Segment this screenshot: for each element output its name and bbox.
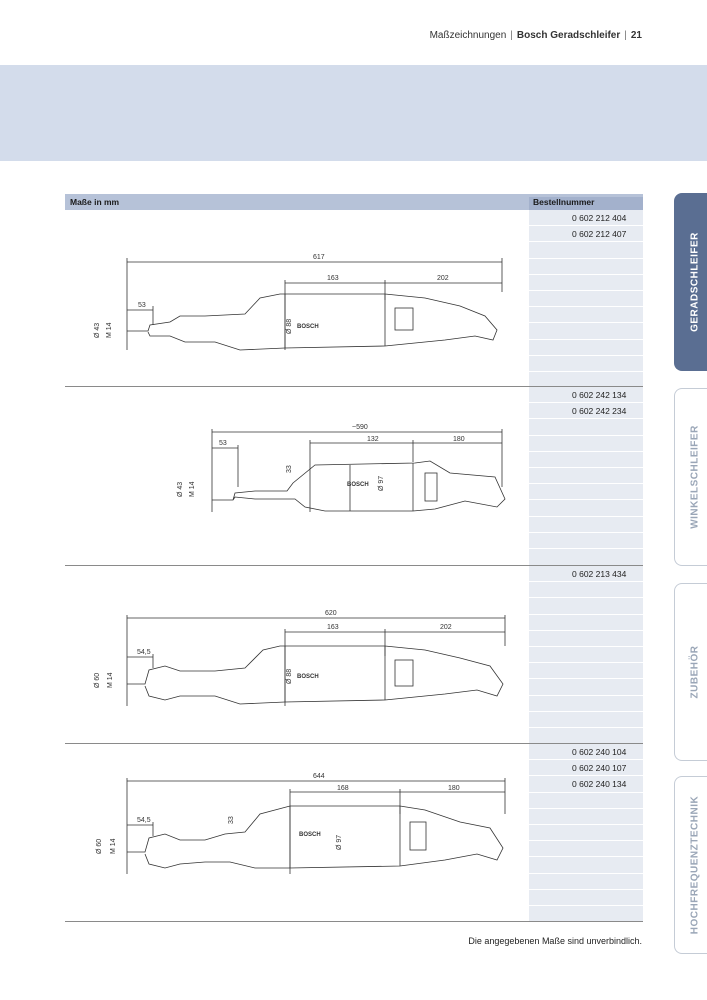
dim-body: Ø 97 xyxy=(336,835,343,850)
dim-d2: M 14 xyxy=(107,672,114,688)
table-header: Maße in mm Bestellnummer xyxy=(65,194,643,213)
brand-logo: BOSCH xyxy=(299,832,321,838)
tab-hochfrequenztechnik[interactable]: HOCHFREQUENZTECHNIK xyxy=(674,776,707,954)
product-section-3: 0 602 213 434 620 163 202 54,5 BOSCH Ø 6… xyxy=(65,566,643,744)
dim-c: 53 xyxy=(219,440,227,447)
header-title: Bosch Geradschleifer xyxy=(516,30,621,41)
order-number: 0 602 212 407 xyxy=(529,226,643,243)
order-number-column: 0 602 212 404 0 602 212 407 xyxy=(529,210,643,386)
order-number: 0 602 240 107 xyxy=(529,760,643,777)
header-section: Maßzeichnungen xyxy=(429,30,507,41)
dim-d2: M 14 xyxy=(189,481,196,497)
dim-d1: Ø 43 xyxy=(177,482,184,497)
dim-body: Ø 97 xyxy=(378,476,385,491)
order-number-column: 0 602 240 104 0 602 240 107 0 602 240 13… xyxy=(529,744,643,921)
dim-total: 644 xyxy=(313,773,325,780)
dim-body: Ø 88 xyxy=(286,669,293,684)
dim-a: 168 xyxy=(337,785,349,792)
dimension-table: Maße in mm Bestellnummer 0 602 212 404 0… xyxy=(65,194,643,922)
order-number: 0 602 240 134 xyxy=(529,776,643,793)
disclaimer: Die angegebenen Maße sind unverbindlich. xyxy=(468,936,642,946)
grinder-drawing-3: 620 163 202 54,5 BOSCH Ø 60 M 14 Ø 88 xyxy=(94,610,506,706)
dim-total: ~590 xyxy=(352,424,368,431)
product-section-1: 0 602 212 404 0 602 212 407 617 163 202 … xyxy=(65,210,643,387)
dim-a: 163 xyxy=(327,624,339,631)
dim-neck: 33 xyxy=(228,816,235,824)
tab-zubehoer[interactable]: ZUBEHÖR xyxy=(674,583,707,761)
col-dimensions: Maße in mm xyxy=(70,197,120,207)
dim-a: 132 xyxy=(367,436,379,443)
brand-logo: BOSCH xyxy=(297,674,319,680)
product-section-2: 0 602 242 134 0 602 242 234 ~590 132 180… xyxy=(65,387,643,566)
order-number-column: 0 602 213 434 xyxy=(529,566,643,743)
product-section-4: 0 602 240 104 0 602 240 107 0 602 240 13… xyxy=(65,744,643,922)
dim-b: 180 xyxy=(453,436,465,443)
tab-geradschleifer[interactable]: GERADSCHLEIFER xyxy=(674,193,707,371)
order-number: 0 602 242 134 xyxy=(529,387,643,404)
page-header: Maßzeichnungen | Bosch Geradschleifer | 21 xyxy=(429,30,642,41)
dim-total: 617 xyxy=(313,254,325,261)
order-number: 0 602 213 434 xyxy=(529,566,643,583)
dim-d1: Ø 60 xyxy=(94,673,101,688)
grinder-drawing-2: ~590 132 180 53 BOSCH Ø 43 M 14 33 Ø 97 xyxy=(177,424,506,512)
page-number: 21 xyxy=(630,30,642,41)
brand-logo: BOSCH xyxy=(347,482,369,488)
dim-b: 202 xyxy=(440,624,452,631)
tab-label: HOCHFREQUENZTECHNIK xyxy=(689,795,700,935)
dim-b: 202 xyxy=(437,275,449,282)
dim-c: 54,5 xyxy=(137,817,151,824)
dim-body: Ø 88 xyxy=(286,319,293,334)
order-number: 0 602 212 404 xyxy=(529,210,643,227)
dim-b: 180 xyxy=(448,785,460,792)
dim-d1: Ø 43 xyxy=(94,323,101,338)
dim-a: 163 xyxy=(327,275,339,282)
dim-d2: M 14 xyxy=(110,838,117,854)
dim-d1: Ø 60 xyxy=(96,839,103,854)
header-banner xyxy=(0,65,707,161)
brand-logo: BOSCH xyxy=(297,324,319,330)
tab-label: ZUBEHÖR xyxy=(689,645,700,699)
dim-c: 54,5 xyxy=(137,649,151,656)
order-number: 0 602 242 234 xyxy=(529,403,643,420)
order-number-column: 0 602 242 134 0 602 242 234 xyxy=(529,387,643,565)
tab-label: GERADSCHLEIFER xyxy=(689,232,700,332)
order-number: 0 602 240 104 xyxy=(529,744,643,761)
tab-winkelschleifer[interactable]: WINKELSCHLEIFER xyxy=(674,388,707,566)
dim-neck: 33 xyxy=(286,465,293,473)
dim-c: 53 xyxy=(138,302,146,309)
dim-d2: M 14 xyxy=(106,322,113,338)
tab-label: WINKELSCHLEIFER xyxy=(689,425,700,529)
grinder-drawing-1: 617 163 202 53 BOSCH Ø 43 M 14 Ø 88 xyxy=(94,254,503,351)
dim-total: 620 xyxy=(325,610,337,617)
grinder-drawing-4: 644 168 180 54,5 BOSCH Ø 60 M 14 33 Ø 97 xyxy=(96,773,506,874)
